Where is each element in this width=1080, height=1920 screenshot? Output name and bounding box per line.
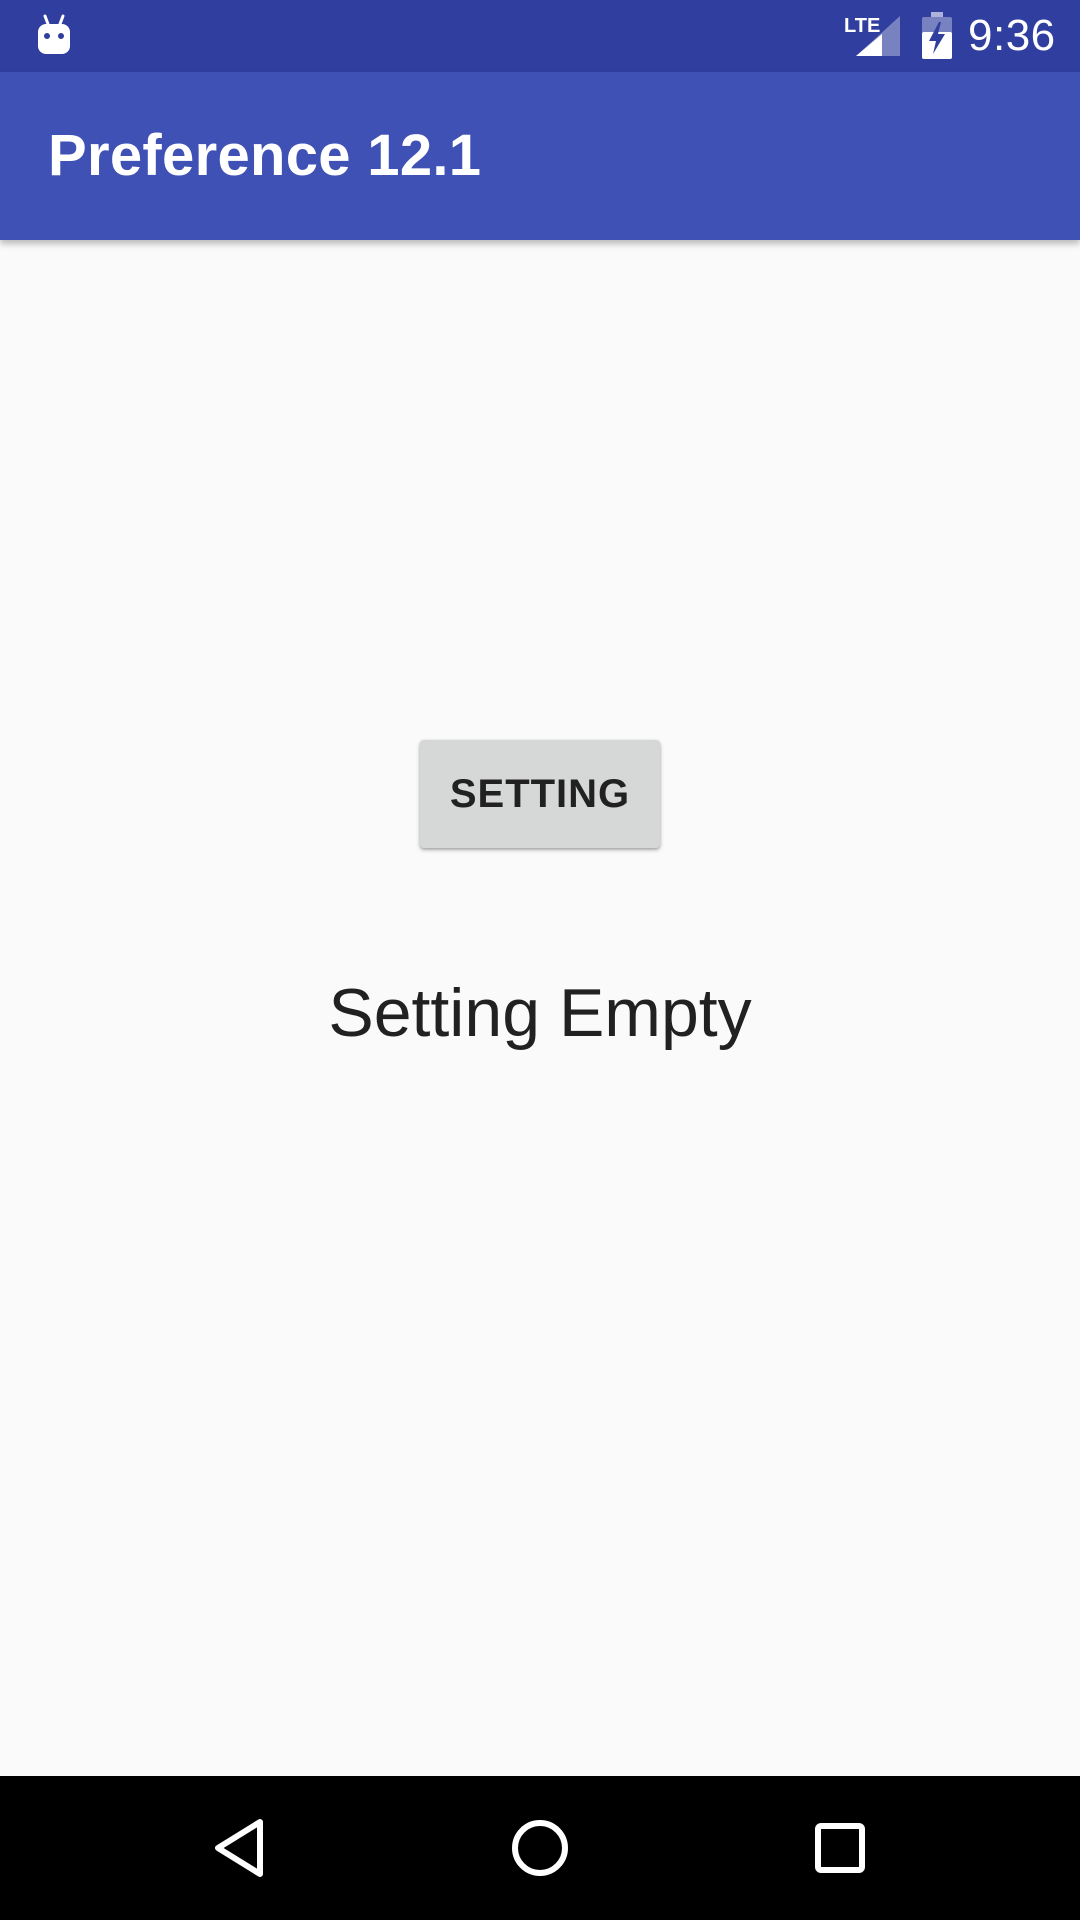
home-icon bbox=[512, 1820, 568, 1876]
navigation-bar bbox=[0, 1776, 1080, 1920]
status-bar: LTE 9:36 bbox=[0, 0, 1080, 72]
main-content: SETTING Setting Empty bbox=[0, 240, 1080, 1776]
back-button[interactable] bbox=[175, 1794, 305, 1902]
battery-charging-icon bbox=[922, 12, 952, 59]
recents-icon bbox=[815, 1823, 865, 1873]
setting-status-text: Setting Empty bbox=[328, 975, 752, 1051]
recents-button[interactable] bbox=[775, 1794, 905, 1902]
lte-signal-icon: LTE bbox=[844, 15, 900, 56]
home-button[interactable] bbox=[475, 1794, 605, 1902]
back-icon bbox=[215, 1819, 263, 1877]
status-clock: 9:36 bbox=[968, 11, 1056, 60]
network-type-label: LTE bbox=[844, 15, 880, 37]
screen: LTE 9:36 Preference 12.1 SETTING Setting… bbox=[0, 0, 1080, 1920]
setting-button[interactable]: SETTING bbox=[420, 740, 660, 848]
app-title: Preference 12.1 bbox=[48, 123, 482, 188]
app-bar: Preference 12.1 bbox=[0, 72, 1080, 240]
android-notification-icon bbox=[38, 14, 70, 54]
